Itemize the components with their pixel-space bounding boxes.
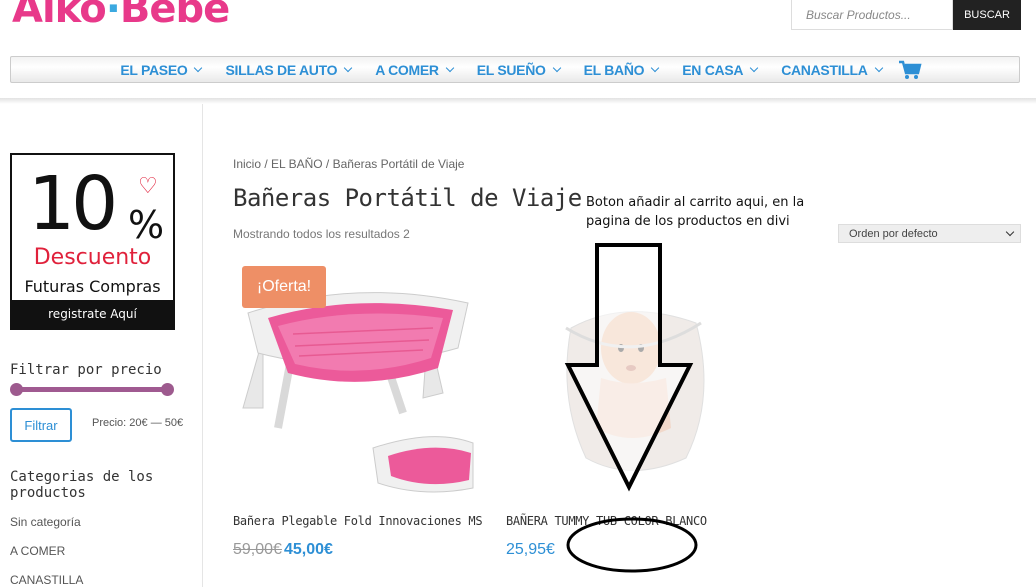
nav-label: CANASTILLA xyxy=(781,61,868,78)
chevron-down-icon xyxy=(552,63,561,72)
price-range-label: Precio: 20€ — 50€ xyxy=(92,417,184,429)
search-form: Buscar Productos... BUSCAR xyxy=(791,0,1021,30)
header-divider xyxy=(0,98,1036,104)
annotation-text: Boton añadir al carrito aqui, en la pagi… xyxy=(586,193,816,231)
logo-text-a: Aiko xyxy=(11,0,108,33)
main-nav: EL PASEO SILLAS DE AUTO A COMER EL SUEÑO… xyxy=(10,56,1020,83)
nav-item-el-paseo[interactable]: EL PASEO xyxy=(120,61,203,78)
price-filter-title: Filtrar por precio xyxy=(10,362,162,378)
nav-label: SILLAS DE AUTO xyxy=(225,61,338,78)
nav-label: EL SUEÑO xyxy=(476,61,546,78)
sidebar-divider xyxy=(202,104,203,587)
heart-icon: ♡ xyxy=(138,173,158,198)
categories-title-line2: productos xyxy=(10,485,86,501)
logo-text-b: Bebé xyxy=(119,0,231,33)
nav-item-sillas-de-auto[interactable]: SILLAS DE AUTO xyxy=(225,61,353,78)
price-slider[interactable] xyxy=(10,383,174,396)
chevron-down-icon xyxy=(874,63,883,72)
breadcrumb[interactable]: Inicio / EL BAÑO / Bañeras Portátil de V… xyxy=(233,157,464,171)
promo-future: Futuras Compras xyxy=(24,277,161,296)
annotation-arrow xyxy=(564,243,698,573)
filter-button[interactable]: Filtrar xyxy=(10,408,72,442)
chevron-down-icon xyxy=(194,63,203,72)
product-price: 45,00€ xyxy=(284,541,333,558)
promo-percent-sign: % xyxy=(128,203,165,247)
search-button[interactable]: BUSCAR xyxy=(953,0,1021,30)
orderby-selected: Orden por defecto xyxy=(849,227,938,240)
nav-label: EL BAÑO xyxy=(583,61,645,78)
chevron-down-icon xyxy=(651,63,660,72)
cart-icon[interactable] xyxy=(898,60,922,80)
register-link[interactable]: registrate Aquí xyxy=(12,300,173,328)
chevron-down-icon xyxy=(343,63,353,72)
search-input[interactable]: Buscar Productos... xyxy=(791,0,953,30)
annotation-line: pagina de los productos en divi xyxy=(586,214,790,229)
chevron-down-icon xyxy=(1005,227,1015,237)
product-price: 25,95€ xyxy=(506,541,555,558)
nav-item-a-comer[interactable]: A COMER xyxy=(375,61,454,78)
chevron-down-icon xyxy=(445,63,454,72)
nav-item-el-sueno[interactable]: EL SUEÑO xyxy=(476,61,561,78)
sale-badge: ¡Oferta! xyxy=(242,266,326,308)
categories-title-line1: Categorias de los xyxy=(10,469,154,485)
nav-item-el-bano[interactable]: EL BAÑO xyxy=(583,61,660,78)
nav-label: EN CASA xyxy=(682,61,744,78)
nav-label: EL PASEO xyxy=(120,61,188,78)
slider-handle-max[interactable] xyxy=(161,383,174,396)
nav-item-canastilla[interactable]: CANASTILLA xyxy=(781,61,883,78)
chevron-down-icon xyxy=(749,63,759,72)
product-title[interactable]: Bañera Plegable Fold Innovaciones MS xyxy=(233,514,483,528)
logo-separator: · xyxy=(105,0,122,33)
promo-banner[interactable]: 10 ♡ % Descuento Futuras Compras registr… xyxy=(10,153,175,330)
promo-percent: 10 xyxy=(28,161,118,247)
product-old-price: 59,00€ xyxy=(233,541,282,558)
category-link[interactable]: CANASTILLA xyxy=(10,573,83,587)
category-link[interactable]: A COMER xyxy=(10,544,65,558)
slider-handle-min[interactable] xyxy=(10,383,23,396)
annotation-line: Boton añadir al carrito aqui, en la xyxy=(586,195,805,210)
nav-label: A COMER xyxy=(375,61,439,78)
site-logo[interactable]: Aiko·Bebé xyxy=(11,0,231,33)
promo-discount: Descuento xyxy=(33,245,152,270)
orderby-select[interactable]: Orden por defecto xyxy=(838,224,1021,243)
nav-item-en-casa[interactable]: EN CASA xyxy=(682,61,759,78)
category-link[interactable]: Sin categoría xyxy=(10,515,81,529)
page-title: Bañeras Portátil de Viaje xyxy=(233,184,582,212)
result-count: Mostrando todos los resultados 2 xyxy=(233,227,410,241)
